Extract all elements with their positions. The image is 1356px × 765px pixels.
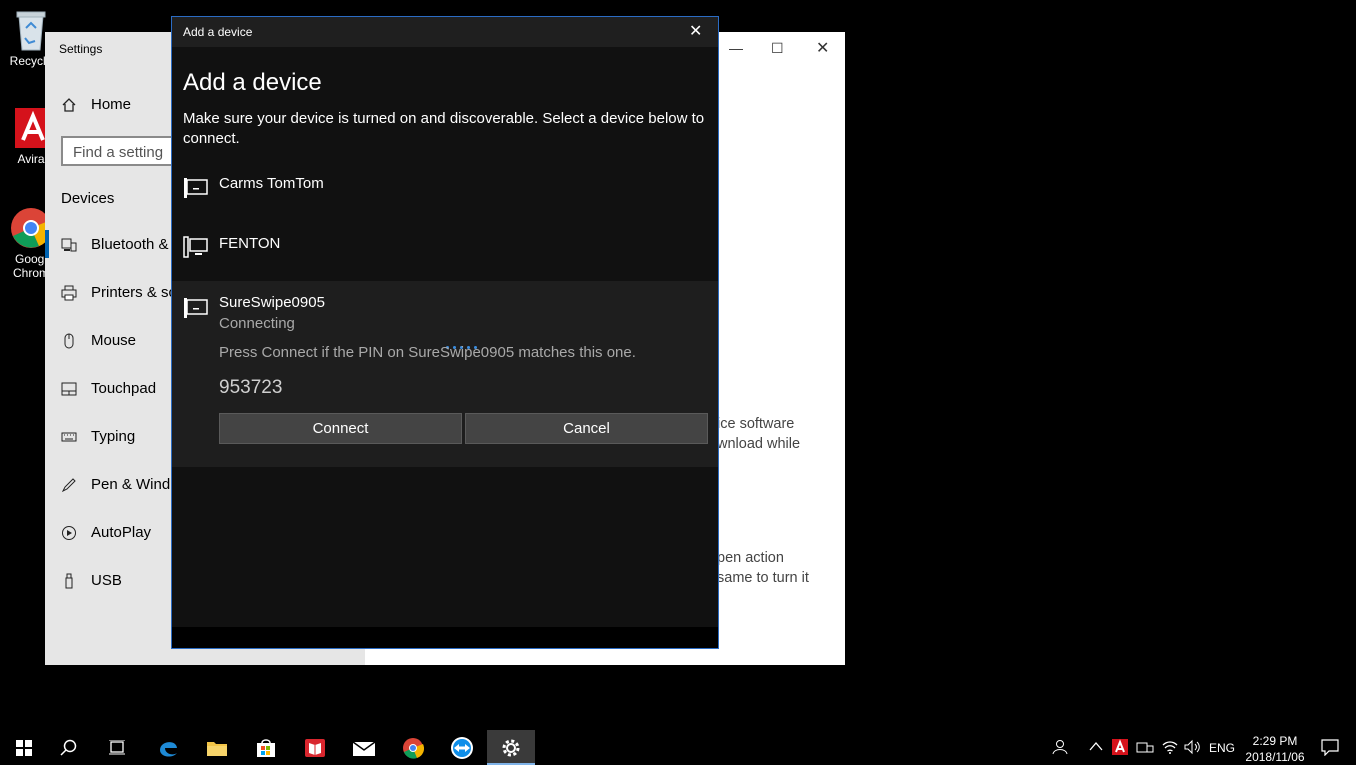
- dialog-heading: Add a device: [183, 69, 322, 96]
- sidebar-item-label: Pen & Wind: [91, 476, 171, 493]
- chrome-icon: [403, 737, 424, 759]
- sidebar-item-bluetooth[interactable]: Bluetooth &: [61, 236, 169, 253]
- sidebar-item-label: Mouse: [91, 332, 137, 349]
- notifications-icon[interactable]: [1321, 739, 1339, 759]
- usb-icon: [61, 573, 77, 589]
- start-button[interactable]: [0, 730, 48, 765]
- gear-icon: [502, 739, 520, 756]
- printer-icon: [61, 285, 77, 301]
- dialog-close-button[interactable]: ✕: [689, 21, 702, 41]
- close-icon: ✕: [689, 23, 703, 40]
- folder-icon: [207, 741, 227, 756]
- taskbar: ENG 2:29 PM 2018/11/06: [0, 730, 1356, 765]
- taskbar-edge[interactable]: [144, 730, 192, 765]
- sidebar-item-label: AutoPlay: [91, 524, 152, 541]
- teamviewer-icon: [451, 736, 473, 759]
- clock-date: 2018/11/06: [1245, 750, 1305, 764]
- clock-time: 2:29 PM: [1252, 734, 1298, 748]
- settings-window-title: Settings: [59, 42, 103, 56]
- device-icon: [184, 178, 208, 198]
- taskbar-settings[interactable]: [487, 730, 535, 765]
- close-button[interactable]: ✕: [816, 38, 829, 58]
- chevron-up-icon[interactable]: [1088, 740, 1104, 755]
- people-icon[interactable]: [1052, 739, 1070, 758]
- keyboard-icon: [61, 429, 77, 445]
- book-icon: [305, 738, 325, 757]
- taskbar-teamviewer[interactable]: [438, 730, 486, 765]
- sidebar-item-label: Home: [91, 96, 132, 113]
- language-indicator[interactable]: ENG: [1209, 741, 1235, 755]
- computer-icon: [183, 236, 208, 258]
- dialog-titlebar-title: Add a device: [183, 25, 253, 39]
- search-icon: [60, 739, 77, 756]
- pin-prompt: Press Connect if the PIN on SureSwipe090…: [219, 344, 636, 361]
- section-title: Devices: [61, 190, 115, 207]
- minimize-button[interactable]: —: [729, 40, 743, 56]
- device-name: Carms TomTom: [219, 175, 324, 192]
- store-icon: [257, 738, 275, 757]
- device-list-item[interactable]: Carms TomTom: [172, 167, 718, 219]
- sidebar-item-typing[interactable]: Typing: [61, 428, 135, 445]
- taskbar-mail[interactable]: [340, 730, 388, 765]
- task-view-button[interactable]: [93, 730, 141, 765]
- touchpad-icon: [61, 381, 77, 397]
- taskbar-file-explorer[interactable]: [193, 730, 241, 765]
- wifi-icon[interactable]: [1161, 739, 1179, 758]
- taskbar-reader-app[interactable]: [291, 730, 339, 765]
- dialog-titlebar: [172, 17, 718, 47]
- search-placeholder: Find a setting: [73, 144, 164, 161]
- device-icon: [184, 298, 208, 318]
- sidebar-item-autoplay[interactable]: AutoPlay: [61, 524, 151, 541]
- edge-icon: [160, 741, 177, 757]
- maximize-button[interactable]: ☐: [771, 40, 784, 57]
- mail-icon: [352, 740, 376, 756]
- dialog-description: Make sure your device is turned on and d…: [183, 110, 705, 147]
- home-icon: [61, 97, 77, 113]
- volume-icon[interactable]: [1184, 739, 1202, 758]
- description-line: same to turn it: [717, 570, 809, 586]
- network-device-icon[interactable]: [1136, 740, 1154, 757]
- connect-button[interactable]: Connect: [219, 413, 462, 444]
- sidebar-item-touchpad[interactable]: Touchpad: [61, 380, 156, 397]
- cancel-button[interactable]: Cancel: [465, 413, 708, 444]
- task-view-icon: [109, 739, 125, 754]
- sidebar-item-label: Bluetooth &: [91, 236, 169, 253]
- sidebar-item-label: Touchpad: [91, 380, 157, 397]
- avira-tray-icon[interactable]: [1112, 739, 1128, 758]
- clock[interactable]: 2:29 PM 2018/11/06: [1244, 733, 1306, 765]
- description-text: pen action same to turn it: [717, 548, 809, 588]
- pin-code: 953723: [219, 377, 283, 398]
- taskbar-store[interactable]: [242, 730, 290, 765]
- sidebar-item-label: Typing: [91, 428, 136, 445]
- sidebar-item-mouse[interactable]: Mouse: [61, 332, 136, 349]
- sidebar-item-usb[interactable]: USB: [61, 572, 122, 589]
- add-device-dialog: Add a device ✕ Add a device Make sure yo…: [171, 16, 719, 649]
- sidebar-item-label: Printers & sc: [91, 284, 177, 301]
- sidebar-item-printers[interactable]: Printers & sc: [61, 284, 176, 301]
- windows-logo-icon: [16, 739, 32, 756]
- sidebar-item-home[interactable]: Home: [61, 96, 131, 113]
- description-line: wnload while: [717, 436, 801, 452]
- selected-indicator: [45, 230, 49, 258]
- device-name: SureSwipe0905: [219, 294, 325, 311]
- device-name: FENTON: [219, 235, 281, 252]
- bluetooth-devices-icon: [61, 237, 77, 253]
- taskbar-chrome[interactable]: [389, 730, 437, 765]
- mouse-icon: [61, 333, 77, 349]
- sidebar-item-label: USB: [91, 572, 122, 589]
- description-text: ice software wnload while: [717, 414, 800, 454]
- description-line: pen action: [717, 550, 784, 566]
- autoplay-icon: [61, 525, 77, 541]
- sidebar-item-pen[interactable]: Pen & Wind: [61, 476, 170, 493]
- search-button[interactable]: [45, 730, 93, 765]
- device-list-item[interactable]: FENTON: [172, 227, 718, 279]
- pen-icon: [61, 477, 77, 493]
- device-status: Connecting: [219, 315, 295, 332]
- description-line: ice software: [717, 416, 795, 432]
